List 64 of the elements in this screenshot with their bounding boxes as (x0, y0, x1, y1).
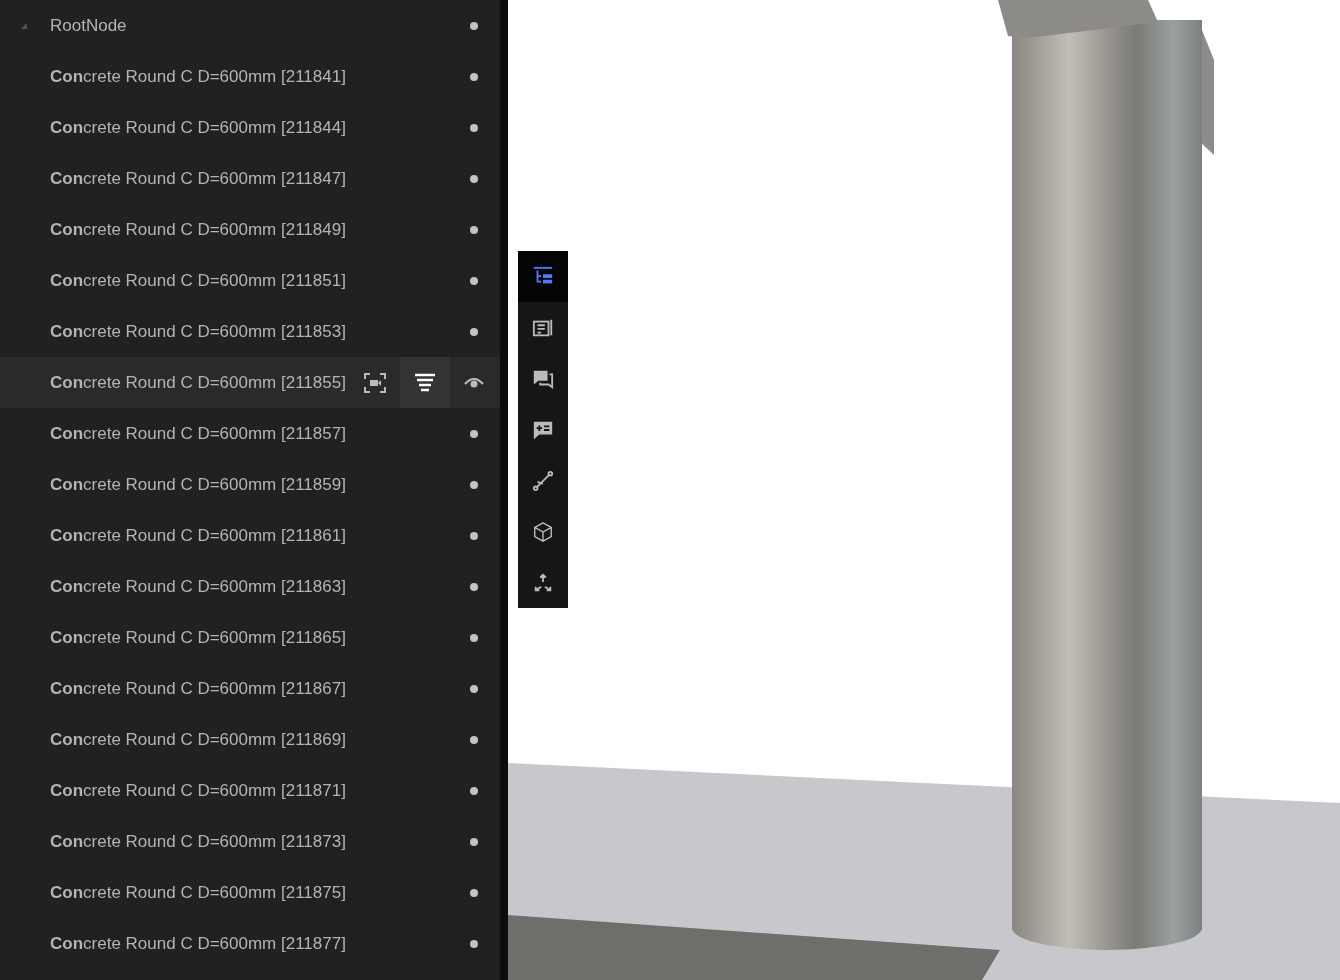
tree-row[interactable]: Concrete Round C D=600mm [211865] (0, 612, 500, 663)
visibility-dot-icon[interactable] (470, 21, 478, 30)
visibility-dot-icon[interactable] (470, 429, 478, 438)
node-label: Concrete Round C D=600mm [211855] (50, 372, 347, 393)
tree-row[interactable]: Concrete Round C D=600mm [211863] (0, 561, 500, 612)
node-label: Concrete Round C D=600mm [211869] (50, 729, 347, 750)
visibility-dot-icon[interactable] (470, 276, 478, 285)
isolate-button[interactable] (400, 357, 450, 408)
tree-row[interactable]: Concrete Round C D=600mm [211871] (0, 765, 500, 816)
visibility-dot-icon[interactable] (470, 72, 478, 81)
tree-row[interactable]: Concrete Round C D=600mm [211869] (0, 714, 500, 765)
node-label: Concrete Round C D=600mm [211865] (50, 627, 347, 648)
visibility-dot-icon[interactable] (470, 225, 478, 234)
tree-row[interactable]: Concrete Round C D=600mm [211859] (0, 459, 500, 510)
visibility-dot-icon[interactable] (470, 633, 478, 642)
tree-view-button[interactable] (518, 251, 568, 302)
tree-row[interactable]: Concrete Round C D=600mm [211844] (0, 102, 500, 153)
visibility-dot-icon[interactable] (470, 531, 478, 540)
focus-camera-icon[interactable] (364, 372, 386, 393)
visibility-dot-icon[interactable] (470, 786, 478, 795)
cube-icon (532, 520, 554, 543)
eye-icon[interactable] (464, 376, 484, 389)
visibility-dot-icon[interactable] (470, 735, 478, 744)
tree-row[interactable]: Concrete Round C D=600mm [211847] (0, 153, 500, 204)
node-label: Concrete Round C D=600mm [211877] (50, 933, 347, 954)
tree-row[interactable]: Concrete Round C D=600mm [211851] (0, 255, 500, 306)
tree-row[interactable]: RootNode (0, 0, 500, 51)
node-label: Concrete Round C D=600mm [211849] (50, 219, 347, 240)
visibility-dot-icon[interactable] (470, 939, 478, 948)
node-label: RootNode (50, 15, 128, 36)
tree-row[interactable]: Concrete Round C D=600mm [211849] (0, 204, 500, 255)
node-label: Concrete Round C D=600mm [211871] (50, 780, 347, 801)
tree-row[interactable]: Concrete Round C D=600mm [211857] (0, 408, 500, 459)
tree-row[interactable]: Concrete Round C D=600mm [211877] (0, 918, 500, 969)
node-label: Concrete Round C D=600mm [211875] (50, 882, 347, 903)
measure-icon (532, 469, 554, 492)
tree-row[interactable]: Concrete Round C D=600mm [211867] (0, 663, 500, 714)
tree-row[interactable]: Concrete Round C D=600mm [211853] (0, 306, 500, 357)
node-label: Concrete Round C D=600mm [211851] (50, 270, 347, 291)
node-label: Concrete Round C D=600mm [211857] (50, 423, 347, 444)
node-label: Concrete Round C D=600mm [211873] (50, 831, 347, 852)
filter-lines-icon (414, 372, 436, 393)
visibility-dot-icon[interactable] (470, 582, 478, 591)
node-label: Concrete Round C D=600mm [211861] (50, 525, 347, 546)
node-label: Concrete Round C D=600mm [211867] (50, 678, 347, 699)
node-label: Concrete Round C D=600mm [211853] (50, 321, 347, 342)
arrows-icon (532, 571, 554, 594)
visibility-dot-icon[interactable] (470, 123, 478, 132)
node-label: Concrete Round C D=600mm [211859] (50, 474, 347, 495)
node-label: Concrete Round C D=600mm [211844] (50, 117, 347, 138)
node-label: Concrete Round C D=600mm [211863] (50, 576, 347, 597)
visibility-dot-icon[interactable] (470, 327, 478, 336)
tree-row[interactable]: Concrete Round C D=600mm [211873] (0, 816, 500, 867)
node-label: Concrete Round C D=600mm [211847] (50, 168, 347, 189)
tree-row[interactable]: Concrete Round C D=600mm [211875] (0, 867, 500, 918)
visibility-dot-icon[interactable] (470, 888, 478, 897)
visibility-dot-icon[interactable] (470, 837, 478, 846)
tree-row[interactable]: Concrete Round C D=600mm [211841] (0, 51, 500, 102)
visibility-dot-icon[interactable] (470, 174, 478, 183)
visibility-dot-icon[interactable] (470, 480, 478, 489)
tree-row[interactable]: Concrete Round C D=600mm [211855] (0, 357, 500, 408)
visibility-dot-icon[interactable] (470, 684, 478, 693)
tree-row[interactable]: Concrete Round C D=600mm [211861] (0, 510, 500, 561)
node-label: Concrete Round C D=600mm [211841] (50, 66, 347, 87)
